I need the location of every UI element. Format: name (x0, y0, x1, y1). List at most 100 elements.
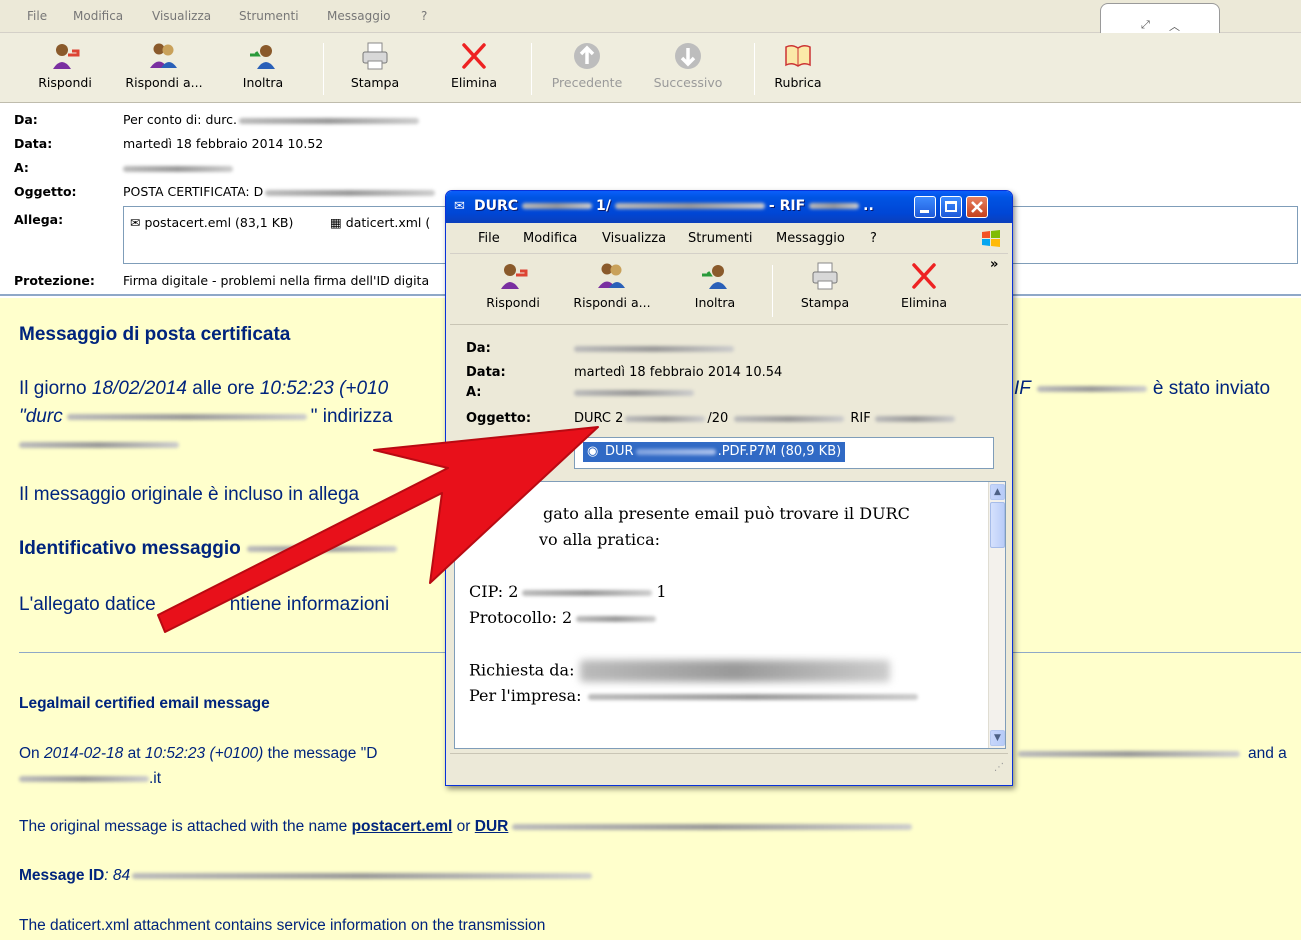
to-label: A: (14, 160, 29, 175)
popup-body-scrollbar[interactable]: ▲ ▼ (988, 482, 1005, 748)
popup-body-company: Per l'impresa: (469, 686, 918, 705)
document-icon: ◉ (587, 444, 599, 459)
date-label: Data: (14, 136, 53, 151)
forward-icon (702, 265, 727, 289)
menu-help[interactable]: ? (421, 9, 427, 23)
chevron-up-icon[interactable]: ︿ (1169, 18, 1180, 34)
popup-menu-modifica[interactable]: Modifica (523, 231, 577, 246)
postacert-link[interactable]: postacert.eml (352, 818, 453, 835)
popup-menu-bar: File Modifica Visualizza Strumenti Messa… (450, 224, 1008, 254)
toolbar-overflow-button[interactable]: » (990, 257, 998, 272)
from-label: Da: (14, 112, 38, 127)
delete-x-icon (462, 43, 486, 69)
delete-x-icon (912, 263, 936, 289)
attach-label: Allega: (14, 212, 64, 227)
popup-date-label: Data: (466, 365, 506, 380)
message-id-label: Identificativo messaggio (19, 538, 397, 560)
to-value (123, 160, 233, 175)
popup-subject-label: Oggetto: (466, 411, 532, 426)
menu-file[interactable]: File (27, 9, 47, 23)
toolbar-separator (772, 265, 773, 317)
from-value: Per conto di: durc. (123, 112, 420, 127)
popup-body-line1: gato alla presente email può trovare il … (543, 504, 910, 523)
delete-button[interactable]: Elimina (444, 37, 504, 99)
maximize-icon (945, 201, 957, 212)
popup-forward-button[interactable]: Inoltra (684, 257, 746, 319)
english-title: Legalmail certified email message (19, 695, 270, 712)
english-paragraph-1-right: and a (1018, 745, 1287, 763)
close-icon (971, 201, 983, 213)
minimize-button[interactable] (914, 196, 936, 218)
toolbar-separator (531, 43, 532, 95)
security-label: Protezione: (14, 273, 95, 288)
close-button[interactable] (966, 196, 988, 218)
english-paragraph-1: On 2014-02-18 at 10:52:23 (+0100) the me… (19, 745, 378, 762)
popup-title: DURC 1/- RIF.. (474, 198, 874, 214)
attachment-daticert[interactable]: ▦ daticert.xml ( (330, 215, 430, 230)
popup-menu-file[interactable]: File (478, 231, 500, 246)
reply-all-icon (598, 263, 625, 288)
mail-client-window: File Modifica Visualizza Strumenti Messa… (0, 0, 1301, 940)
security-value[interactable]: Firma digitale - problemi nella firma de… (123, 273, 429, 288)
menu-messaggio[interactable]: Messaggio (327, 9, 391, 23)
popup-reply-button[interactable]: Rispondi (478, 257, 548, 319)
expand-icon[interactable]: ⤢ (1141, 18, 1150, 32)
message-popup-window[interactable]: ✉ DURC 1/- RIF.. File Modifica Visualizza… (445, 190, 1013, 786)
popup-message-body: gato alla presente email può trovare il … (454, 481, 1006, 749)
attachment-postacert[interactable]: ✉ postacert.eml (83,1 KB) (130, 215, 293, 230)
scroll-up-icon[interactable]: ▲ (990, 484, 1005, 500)
previous-button[interactable]: Precedente (545, 37, 629, 99)
popup-reply-all-button[interactable]: Rispondi a... (566, 257, 658, 319)
scroll-down-icon[interactable]: ▼ (990, 730, 1005, 746)
english-paragraph-3: The daticert.xml attachment contains ser… (19, 917, 546, 934)
popup-body-line2: vo alla pratica: (539, 530, 661, 549)
body-paragraph-3: L'allegato datice ntiene informazioni (19, 594, 390, 615)
popup-menu-strumenti[interactable]: Strumenti (688, 231, 753, 246)
popup-menu-help[interactable]: ? (870, 231, 877, 246)
mail-icon: ✉ (454, 199, 465, 214)
minimize-icon (920, 210, 929, 213)
print-button[interactable]: Stampa (342, 37, 408, 99)
popup-status-bar: ⋰ (450, 753, 1008, 781)
popup-delete-button[interactable]: Elimina (894, 257, 954, 319)
address-book-icon (785, 44, 811, 67)
addressbook-button[interactable]: Rubrica (765, 37, 831, 99)
subject-value: POSTA CERTIFICATA: D (123, 184, 436, 199)
popup-body-requested-by: Richiesta da: (469, 660, 891, 682)
body-title: Messaggio di posta certificata (19, 324, 291, 345)
next-button[interactable]: Successivo (648, 37, 728, 99)
body-paragraph-2: Il messaggio originale è incluso in alle… (19, 484, 360, 505)
toolbar-separator (323, 43, 324, 95)
menu-modifica[interactable]: Modifica (73, 9, 123, 23)
resize-grip-icon[interactable]: ⋰ (994, 762, 1004, 773)
reply-all-button[interactable]: Rispondi a... (118, 37, 210, 99)
reply-button[interactable]: Rispondi (30, 37, 100, 99)
menu-visualizza[interactable]: Visualizza (152, 9, 211, 23)
popup-from-value (574, 341, 734, 356)
popup-title-bar[interactable]: ✉ DURC 1/- RIF.. (446, 191, 1012, 223)
popup-print-button[interactable]: Stampa (792, 257, 858, 319)
printer-icon (812, 262, 838, 290)
date-value: martedì 18 febbraio 2014 10.52 (123, 136, 324, 151)
attachment-durc-pdf[interactable]: ◉ DUR .PDF.P7M (80,9 KB) (583, 442, 846, 462)
body-paragraph-1-rif: IF è stato inviato (1014, 378, 1271, 399)
popup-toolbar: Rispondi Rispondi a... Inoltra Stampa El… (450, 255, 1008, 325)
xml-file-icon: ▦ (330, 215, 342, 230)
durc-link[interactable]: DUR (475, 818, 509, 835)
arrow-up-icon (574, 43, 600, 69)
popup-subject-value: DURC 2/20 RIF (574, 411, 955, 426)
popup-menu-visualizza[interactable]: Visualizza (602, 231, 666, 246)
popup-from-label: Da: (466, 341, 491, 356)
forward-button[interactable]: Inoltra (232, 37, 294, 99)
toolbar-separator (754, 43, 755, 95)
subject-label: Oggetto: (14, 184, 77, 199)
popup-menu-messaggio[interactable]: Messaggio (776, 231, 845, 246)
menu-strumenti[interactable]: Strumenti (239, 9, 299, 23)
popup-to-label: A: (466, 385, 482, 400)
reply-icon (501, 264, 528, 289)
scroll-thumb[interactable] (990, 502, 1005, 548)
arrow-down-icon (675, 43, 701, 69)
popup-to-value (574, 385, 694, 400)
maximize-button[interactable] (940, 196, 962, 218)
reply-all-icon (150, 43, 177, 68)
